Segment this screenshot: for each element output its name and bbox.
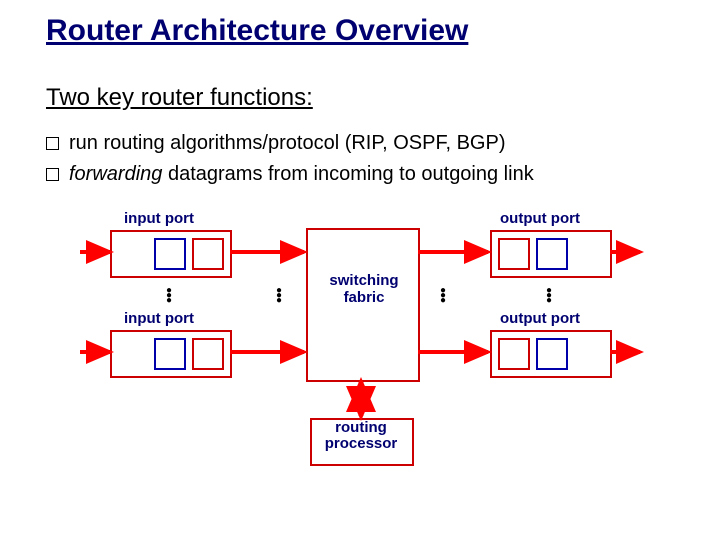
bullet-item: forwarding datagrams from incoming to ou… [46, 161, 534, 188]
router-architecture-diagram: input port input port output port output… [80, 210, 640, 490]
bullet-list: run routing algorithms/protocol (RIP, OS… [46, 130, 534, 192]
bullet-text: forwarding datagrams from incoming to ou… [69, 161, 534, 188]
bullet-italic: forwarding [69, 163, 162, 185]
bullet-marker-icon [46, 137, 59, 150]
bullet-text: run routing algorithms/protocol (RIP, OS… [69, 130, 505, 157]
diagram-connectors [80, 210, 640, 490]
bullet-rest: datagrams from incoming to outgoing link [162, 163, 533, 185]
bullet-item: run routing algorithms/protocol (RIP, OS… [46, 130, 534, 157]
bullet-marker-icon [46, 168, 59, 181]
slide-title: Router Architecture Overview [46, 14, 468, 48]
slide-subtitle: Two key router functions: [46, 84, 313, 112]
